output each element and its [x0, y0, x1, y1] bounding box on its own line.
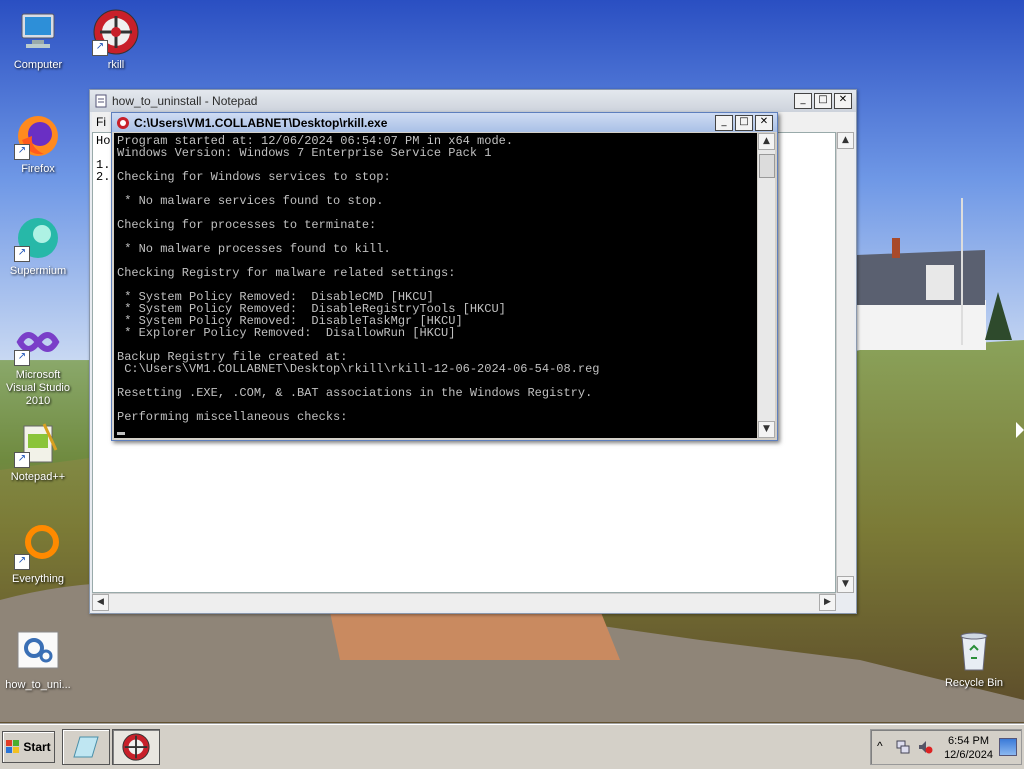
shortcut-arrow-icon: ↗ [14, 144, 30, 160]
console-line: Checking for processes to terminate: [117, 218, 377, 232]
desktop-icon-firefox[interactable]: ↗ Firefox [0, 112, 76, 176]
recycle-bin-icon [950, 626, 998, 674]
console-line: Resetting .EXE, .COM, & .BAT association… [117, 386, 593, 400]
start-label: Start [23, 740, 51, 754]
rkill-console-window[interactable]: C:\Users\VM1.COLLABNET\Desktop\rkill.exe… [111, 112, 778, 441]
desktop-icon-notepadpp[interactable]: ↗ Notepad++ [0, 420, 76, 484]
scroll-down-arrow-icon[interactable]: ▼ [758, 421, 775, 438]
shortcut-arrow-icon: ↗ [14, 452, 30, 468]
console-title: C:\Users\VM1.COLLABNET\Desktop\rkill.exe [134, 115, 388, 130]
desktop-icon-supermium[interactable]: ↗ Supermium [0, 214, 76, 278]
clock-time: 6:54 PM [948, 735, 990, 747]
scroll-up-arrow-icon[interactable]: ▲ [837, 132, 854, 149]
everything-icon: ↗ [14, 522, 62, 570]
clock-date: 12/6/2024 [944, 749, 993, 761]
console-minimize-button[interactable]: _ [715, 114, 733, 131]
computer-icon [14, 8, 62, 56]
console-line: Performing miscellaneous checks: [117, 410, 348, 424]
console-cursor [117, 432, 125, 435]
console-close-button[interactable]: ✕ [755, 114, 773, 131]
notepad-app-icon [94, 94, 108, 108]
taskbar-button-notepad[interactable] [62, 729, 110, 765]
windows-logo-icon [6, 740, 20, 753]
scroll-right-arrow-icon[interactable]: ▶ [819, 594, 836, 611]
desktop-icon-recycle-bin[interactable]: Recycle Bin [936, 626, 1012, 690]
notepad-minimize-button[interactable]: _ [794, 93, 812, 109]
desktop-icon-rkill[interactable]: ↗ rkill [78, 8, 154, 72]
shortcut-arrow-icon: ↗ [14, 554, 30, 570]
shortcut-arrow-icon: ↗ [92, 40, 108, 56]
desktop-icon-how-to-uninstall[interactable]: how_to_uni... [0, 628, 76, 692]
firefox-icon: ↗ [14, 112, 62, 160]
notepad-title: how_to_uninstall - Notepad [112, 94, 258, 108]
scroll-left-arrow-icon[interactable]: ◀ [92, 594, 109, 611]
console-output[interactable]: Program started at: 12/06/2024 06:54:07 … [114, 133, 757, 438]
console-line: * No malware processes found to kill. [117, 242, 391, 256]
tray-expand-chevron-icon[interactable]: ^ [877, 739, 883, 753]
rkill-app-icon [116, 116, 130, 130]
scroll-up-arrow-icon[interactable]: ▲ [758, 133, 775, 150]
supermium-icon: ↗ [14, 214, 62, 262]
network-icon[interactable] [895, 739, 911, 755]
console-maximize-button[interactable]: □ [735, 114, 753, 131]
shortcut-arrow-icon: ↗ [14, 350, 30, 366]
settings-file-icon [14, 628, 62, 676]
taskbar-button-rkill[interactable] [112, 729, 160, 765]
console-line: Checking for Windows services to stop: [117, 170, 391, 184]
console-line [117, 423, 754, 435]
notepad-title-bar[interactable]: how_to_uninstall - Notepad _ □ ✕ [90, 90, 856, 112]
taskbar-clock[interactable]: 6:54 PM 12/6/2024 [944, 734, 993, 762]
scroll-down-arrow-icon[interactable]: ▼ [837, 576, 854, 593]
notepad-taskbar-icon [73, 736, 99, 758]
taskbar: Start ^ 6:54 PM 12/6/2024 [0, 724, 1024, 769]
menu-file[interactable]: Fi [92, 112, 110, 132]
notepad-maximize-button[interactable]: □ [814, 93, 832, 109]
notepad-close-button[interactable]: ✕ [834, 93, 852, 109]
desktop-icon-visual-studio[interactable]: ↗ Microsoft Visual Studio 2010 [0, 318, 76, 408]
desktop-icon-everything[interactable]: ↗ Everything [0, 522, 76, 586]
console-title-bar[interactable]: C:\Users\VM1.COLLABNET\Desktop\rkill.exe… [112, 113, 777, 132]
volume-muted-icon[interactable] [917, 739, 933, 755]
rkill-icon: ↗ [92, 8, 140, 56]
console-line: * No malware services found to stop. [117, 194, 384, 208]
mouse-pointer-icon [1016, 422, 1024, 438]
show-desktop-button[interactable] [999, 738, 1017, 756]
shortcut-arrow-icon: ↗ [14, 246, 30, 262]
notepadpp-icon: ↗ [14, 420, 62, 468]
console-line: * Explorer Policy Removed: DisallowRun [… [117, 326, 456, 340]
desktop-icon-computer[interactable]: Computer [0, 8, 76, 72]
console-line: C:\Users\VM1.COLLABNET\Desktop\rkill\rki… [117, 362, 600, 376]
start-button[interactable]: Start [2, 731, 55, 763]
rkill-taskbar-icon [122, 733, 150, 761]
system-tray: ^ 6:54 PM 12/6/2024 [870, 729, 1022, 765]
notepad-vertical-scrollbar[interactable]: ▲ ▼ [836, 132, 854, 593]
console-scroll-thumb[interactable] [759, 154, 775, 178]
console-vertical-scrollbar[interactable]: ▲ ▼ [758, 133, 775, 438]
notepad-horizontal-scrollbar[interactable]: ◀ ▶ [92, 593, 836, 611]
console-line: Checking Registry for malware related se… [117, 266, 456, 280]
console-line: Windows Version: Windows 7 Enterprise Se… [117, 146, 492, 160]
visual-studio-icon: ↗ [14, 318, 62, 366]
